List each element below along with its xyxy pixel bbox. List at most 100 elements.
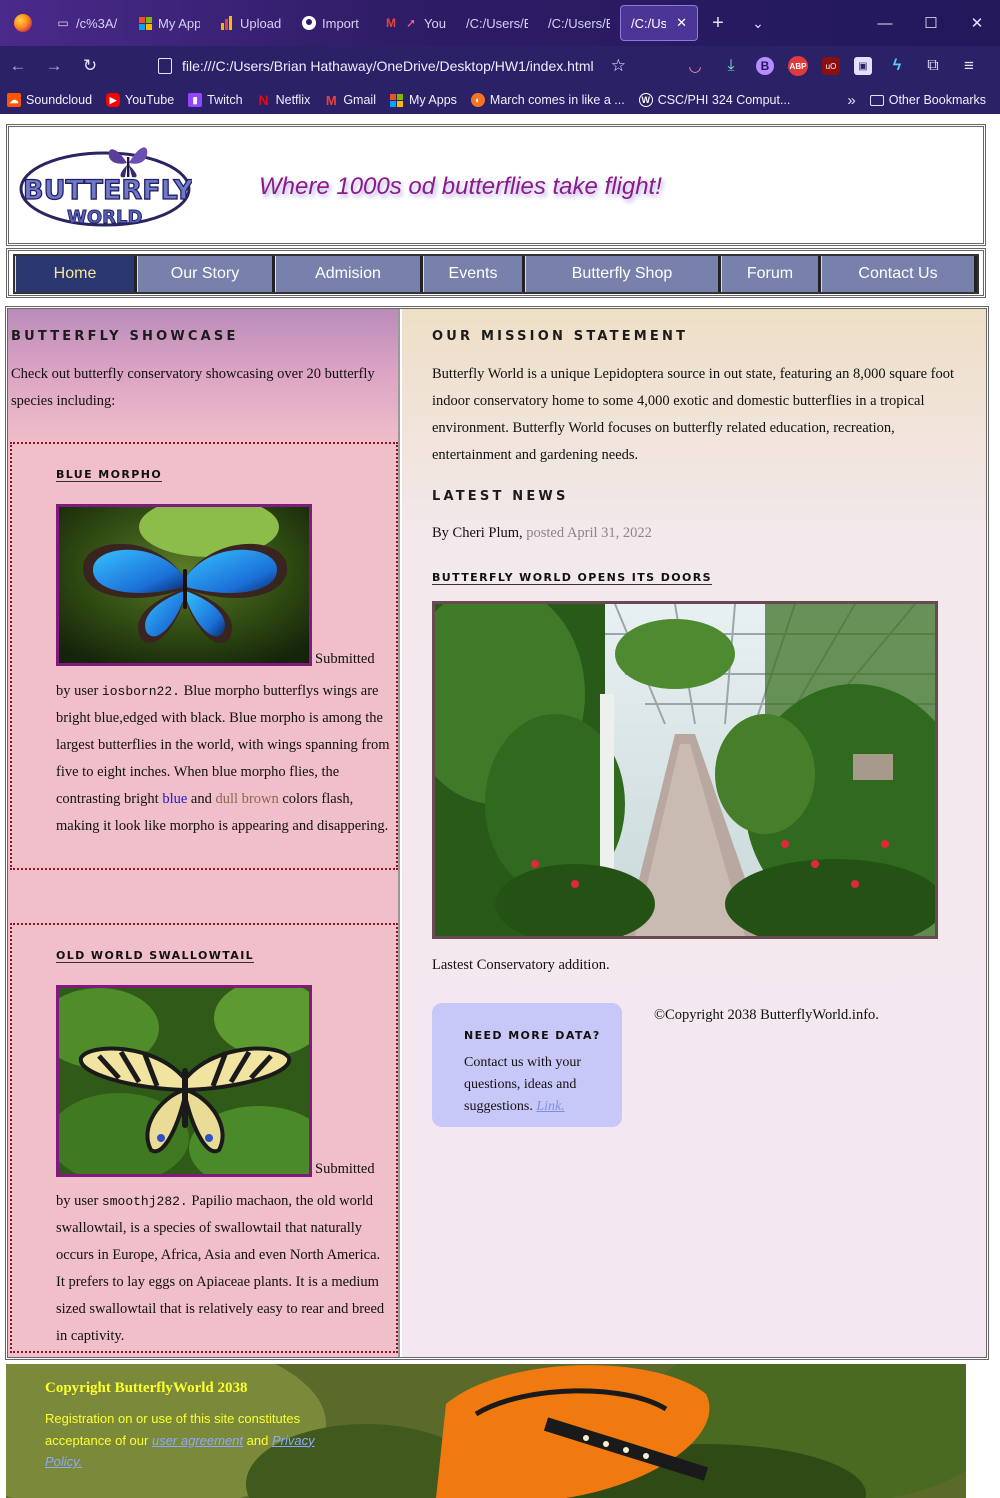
contact-callout: NEED MORE DATA? Contact us with your que…: [432, 1003, 622, 1127]
gmail-icon: M: [325, 92, 337, 108]
news-caption: Lastest Conservatory addition.: [432, 957, 610, 973]
tampermonkey-icon[interactable]: ϟ: [886, 55, 908, 77]
youtube-icon: ▶: [106, 93, 121, 107]
url-text[interactable]: file:///C:/Users/Brian Hathaway/OneDrive…: [182, 58, 594, 74]
maximize-button[interactable]: ☐: [908, 0, 954, 46]
nav-events[interactable]: Events: [423, 256, 525, 292]
nav-forum[interactable]: Forum: [721, 256, 821, 292]
bookmark-my-apps[interactable]: My Apps: [390, 93, 457, 107]
browser-tab[interactable]: /C:/Users/B: [538, 5, 620, 41]
download-icon[interactable]: ⤓: [720, 55, 742, 77]
conservatory-image: [432, 601, 938, 939]
bookmark-gmail[interactable]: M Gmail: [324, 92, 376, 108]
bitwarden-icon[interactable]: B: [756, 57, 774, 75]
username: iosborn22.: [101, 684, 180, 699]
new-tab-button[interactable]: +: [698, 12, 738, 35]
document-icon: ▭: [57, 16, 69, 30]
svg-text:WORLD: WORLD: [67, 207, 142, 228]
web-page: BUTTERFLY WORLD Where 1000s od butterfli…: [0, 114, 1000, 1498]
browser-tab[interactable]: Upload: [210, 5, 292, 41]
nav-home[interactable]: Home: [15, 256, 137, 292]
browser-tab[interactable]: M ➚ You: [374, 5, 456, 41]
bookmark-csc-phi[interactable]: W CSC/PHI 324 Comput...: [638, 93, 790, 107]
bookmark-twitch[interactable]: ▮ Twitch: [188, 93, 243, 107]
extension-grid-icon[interactable]: ▣: [854, 57, 872, 75]
footer-legal-text: Registration on or use of this site cons…: [45, 1411, 315, 1469]
back-arrow-icon[interactable]: ←: [0, 46, 36, 86]
callout-link[interactable]: Link.: [536, 1099, 564, 1114]
github-icon: [302, 16, 316, 30]
bookmark-star-icon[interactable]: ☆: [611, 56, 626, 76]
showcase-intro: Check out butterfly conservatory showcas…: [11, 366, 375, 409]
bookmark-march-comes[interactable]: ◐ March comes in like a ...: [470, 93, 625, 107]
callout-text: Contact us with your questions, ideas an…: [464, 1055, 582, 1114]
butterfly-card: BLUE MORPHO Submitted by user iosborn22.…: [10, 442, 398, 870]
close-tab-icon[interactable]: ✕: [676, 15, 687, 31]
address-bar[interactable]: file:///C:/Users/Brian Hathaway/OneDrive…: [148, 50, 636, 82]
nav-butterfly-shop[interactable]: Butterfly Shop: [525, 256, 721, 292]
bookmark-netflix[interactable]: N Netflix: [257, 92, 311, 108]
forward-arrow-icon[interactable]: →: [36, 46, 72, 86]
showcase-column: BUTTERFLY SHOWCASE Check out butterfly c…: [8, 309, 400, 1357]
browser-tab[interactable]: ▭ /c%3A/Use: [46, 5, 128, 41]
butterfly-icon: [108, 147, 148, 178]
page-icon: [158, 58, 172, 74]
main-nav: Home Our Story Admision Events Butterfly…: [6, 248, 986, 298]
card-description: by user smoothj282. Papilio machaon, the…: [56, 1193, 385, 1344]
submitted-label: Submitted: [315, 651, 375, 667]
bookmark-youtube[interactable]: ▶ YouTube: [106, 93, 174, 107]
news-byline: By Cheri Plum, posted April 31, 2022: [432, 525, 652, 541]
showcase-heading: BUTTERFLY SHOWCASE: [11, 329, 239, 344]
mission-text: Butterfly World is a unique Lepidoptera …: [432, 366, 955, 463]
netflix-icon: N: [258, 92, 269, 108]
browser-toolbar: ← → ↻ file:///C:/Users/Brian Hathaway/On…: [0, 46, 1000, 86]
browser-tab[interactable]: My App: [128, 5, 210, 41]
adblock-icon[interactable]: ABP: [788, 56, 808, 76]
rocket-icon: ➚: [405, 16, 417, 30]
crunchyroll-icon: ◐: [470, 93, 485, 107]
extensions-puzzle-icon[interactable]: ⧉: [922, 55, 944, 77]
card-description: by user iosborn22. Blue morpho butterfly…: [56, 683, 390, 834]
microsoft-icon: [390, 93, 404, 107]
site-footer: Copyright ButterflyWorld 2038 Registrati…: [6, 1364, 966, 1498]
callout-title: NEED MORE DATA?: [464, 1029, 601, 1042]
user-agreement-link[interactable]: user agreement: [152, 1433, 243, 1448]
username: smoothj282.: [101, 1194, 188, 1209]
browser-tab-active[interactable]: /C:/User ✕: [620, 5, 698, 41]
content-area: BUTTERFLY SHOWCASE Check out butterfly c…: [5, 306, 989, 1360]
reload-icon[interactable]: ↻: [72, 46, 108, 86]
browser-tab[interactable]: Import: [292, 5, 374, 41]
copyright-text: ©Copyright 2038 ButterflyWorld.info.: [654, 1007, 879, 1023]
microsoft-icon: [138, 16, 152, 30]
svg-text:BUTTERFLY: BUTTERFLY: [23, 175, 192, 206]
minimize-button[interactable]: —: [862, 0, 908, 46]
news-date: posted April 31, 2022: [526, 525, 652, 541]
footer-title: Copyright ButterflyWorld 2038: [45, 1380, 248, 1396]
soundcloud-icon: ☁: [7, 93, 21, 107]
card-title: BLUE MORPHO: [56, 468, 163, 482]
news-title: BUTTERFLY WORLD OPENS ITS DOORS: [432, 571, 712, 585]
bookmarks-bar: ☁ Soundcloud ▶ YouTube ▮ Twitch N Netfli…: [0, 86, 1000, 114]
nav-admision[interactable]: Admision: [275, 256, 423, 292]
gmail-icon: M: [386, 16, 396, 30]
other-bookmarks[interactable]: Other Bookmarks: [869, 93, 986, 107]
chevron-double-right-icon[interactable]: »: [847, 92, 855, 109]
pocket-icon[interactable]: ◡: [684, 55, 706, 77]
hamburger-menu-icon[interactable]: ≡: [958, 55, 980, 77]
chart-icon: [220, 16, 234, 30]
chevron-down-icon[interactable]: ⌄: [738, 15, 778, 32]
firefox-icon[interactable]: [0, 0, 46, 46]
submitted-label: Submitted: [315, 1161, 375, 1177]
bookmark-soundcloud[interactable]: ☁ Soundcloud: [7, 93, 92, 107]
butterfly-world-logo[interactable]: BUTTERFLY WORLD: [17, 137, 192, 233]
browser-tab[interactable]: /C:/Users/B: [456, 5, 538, 41]
butterfly-card: OLD WORLD SWALLOWTAIL Submitted by user …: [10, 923, 398, 1353]
news-heading: LATEST NEWS: [432, 489, 569, 504]
twitch-icon: ▮: [188, 93, 203, 107]
ublock-icon[interactable]: uO: [822, 57, 840, 75]
swallowtail-image: [56, 985, 312, 1177]
mission-heading: OUR MISSION STATEMENT: [432, 329, 689, 344]
nav-contact-us[interactable]: Contact Us: [821, 256, 977, 292]
close-window-button[interactable]: ✕: [954, 0, 1000, 46]
nav-our-story[interactable]: Our Story: [137, 256, 275, 292]
